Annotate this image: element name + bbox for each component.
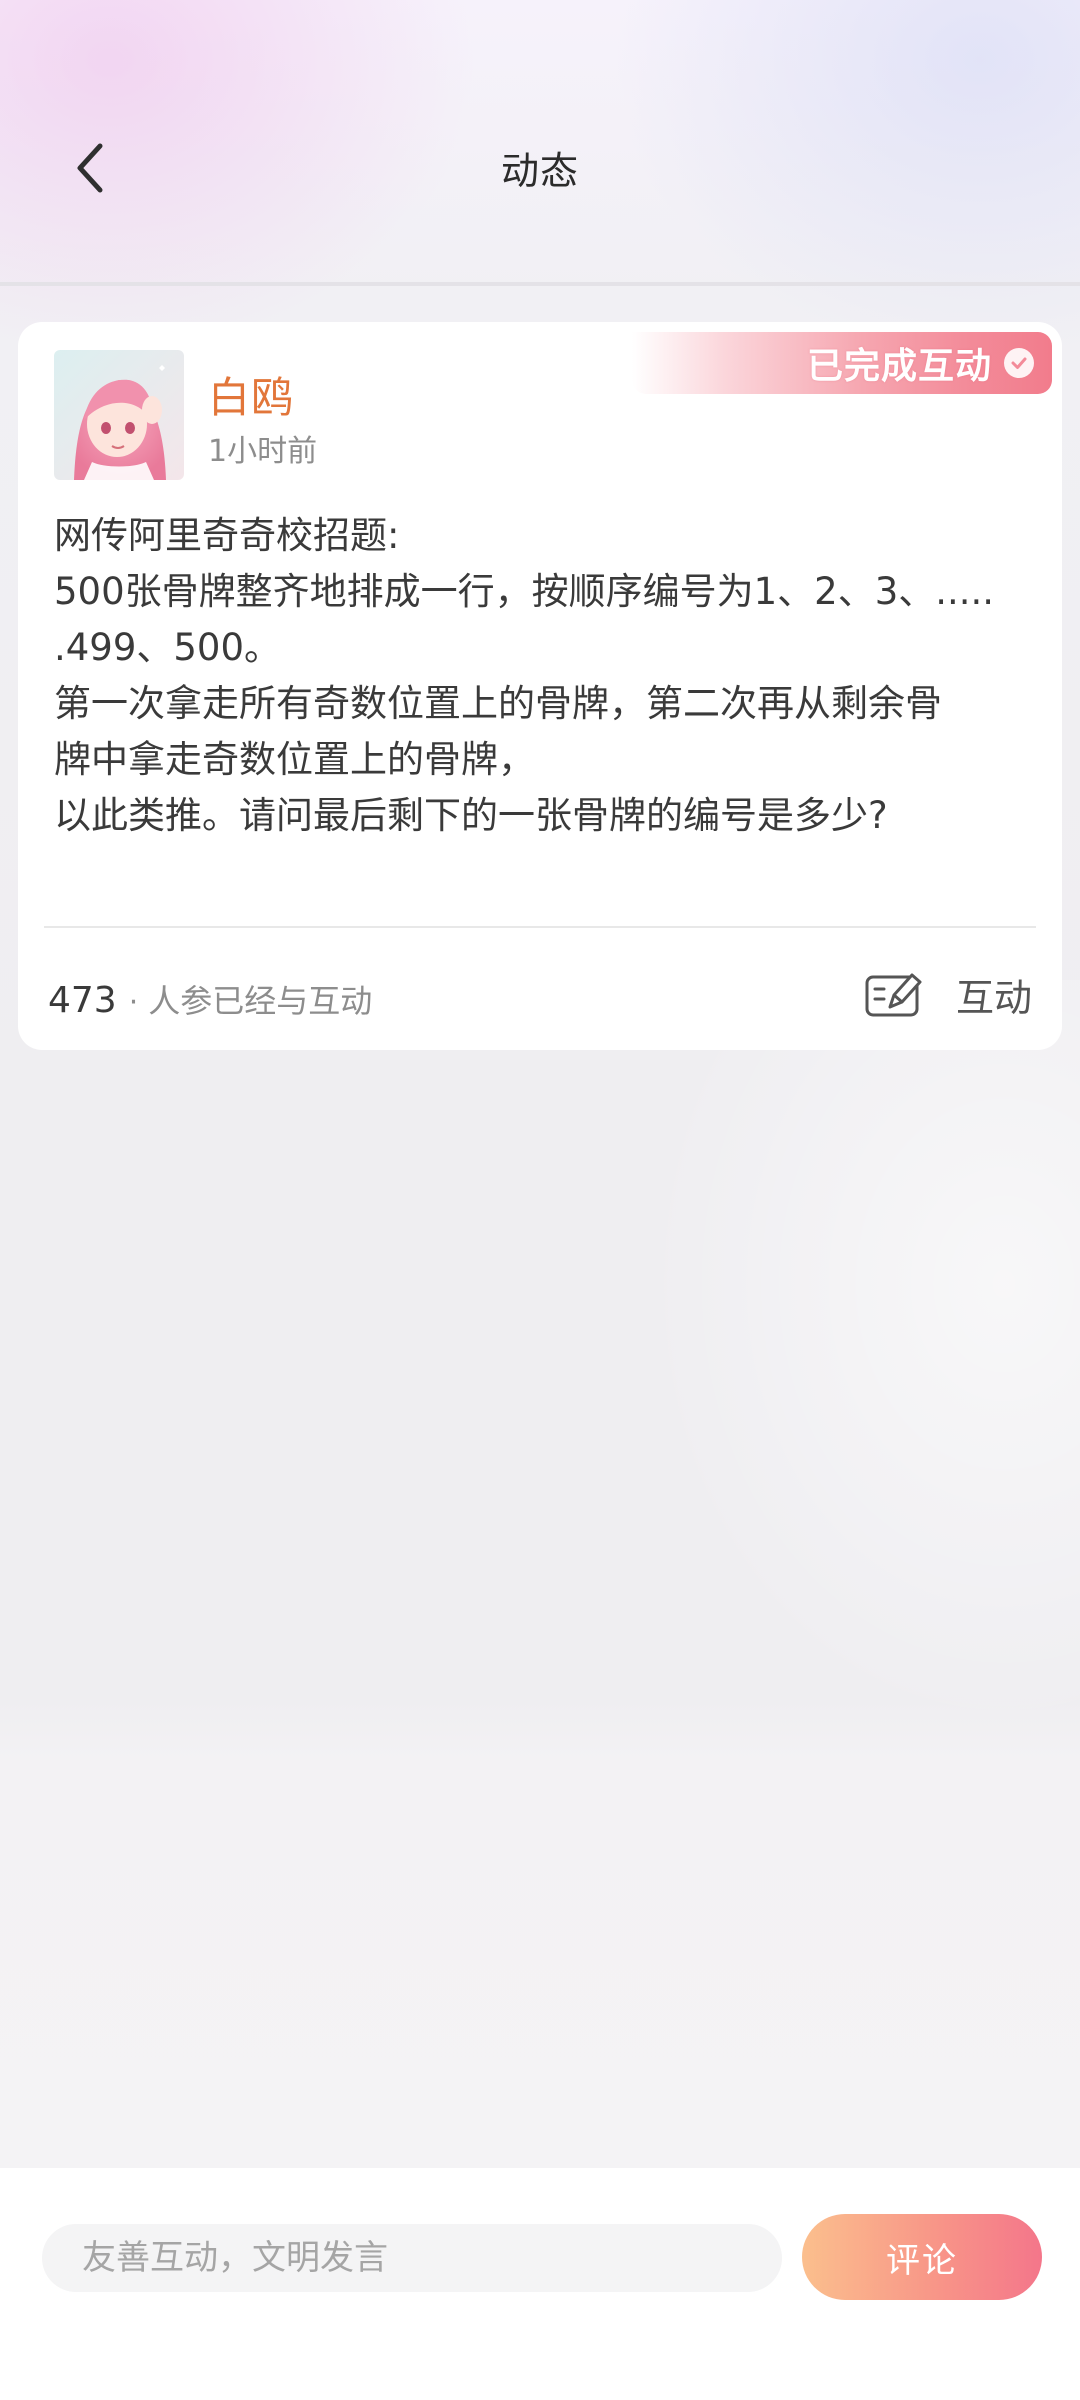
post-line: 网传阿里奇奇校招题:: [54, 514, 400, 557]
comment-bar: 评论: [0, 2168, 1080, 2400]
interaction-completed-badge: 已完成互动: [632, 332, 1052, 394]
post-content: 网传阿里奇奇校招题: 500张骨牌整齐地排成一行，按顺序编号为1、2、3、...…: [54, 508, 1044, 844]
post-line: 500张骨牌整齐地排成一行，按顺序编号为1、2、3、.....: [54, 570, 995, 613]
interact-label: 互动: [955, 975, 1032, 1020]
post-timestamp: 1小时前: [208, 434, 318, 469]
post-line: 第一次拿走所有奇数位置上的骨牌，第二次再从剩余骨: [54, 682, 942, 725]
interact-button[interactable]: 互动: [862, 962, 1032, 1026]
participants-info: 473 · 人参已经与互动: [48, 976, 372, 1022]
avatar[interactable]: [54, 350, 184, 480]
check-circle-icon: [1004, 348, 1034, 378]
participants-count: 473: [48, 980, 117, 1021]
top-app-bar: 动态: [0, 0, 1080, 282]
page-title: 动态: [500, 149, 579, 193]
author-name[interactable]: 白鸥: [208, 364, 294, 425]
header-divider: [0, 282, 1080, 286]
post-line: 以此类推。请问最后剩下的一张骨牌的编号是多少?: [54, 794, 888, 837]
post-card[interactable]: 已完成互动 白鸥 1小时前 网传阿里奇奇校招题: 500张骨牌整齐地排成一行，按…: [18, 322, 1062, 1050]
participants-label: 人参已经与互动: [148, 982, 373, 1020]
edit-note-icon: [862, 966, 926, 1022]
separator-dot: ·: [128, 985, 139, 1020]
comment-input[interactable]: [42, 2224, 782, 2292]
badge-label: 已完成互动: [806, 345, 992, 387]
comment-submit-button[interactable]: 评论: [802, 2214, 1042, 2300]
post-line: .499、500。: [54, 626, 282, 669]
card-divider: [44, 926, 1036, 928]
post-line: 牌中拿走奇数位置上的骨牌，: [54, 738, 535, 781]
